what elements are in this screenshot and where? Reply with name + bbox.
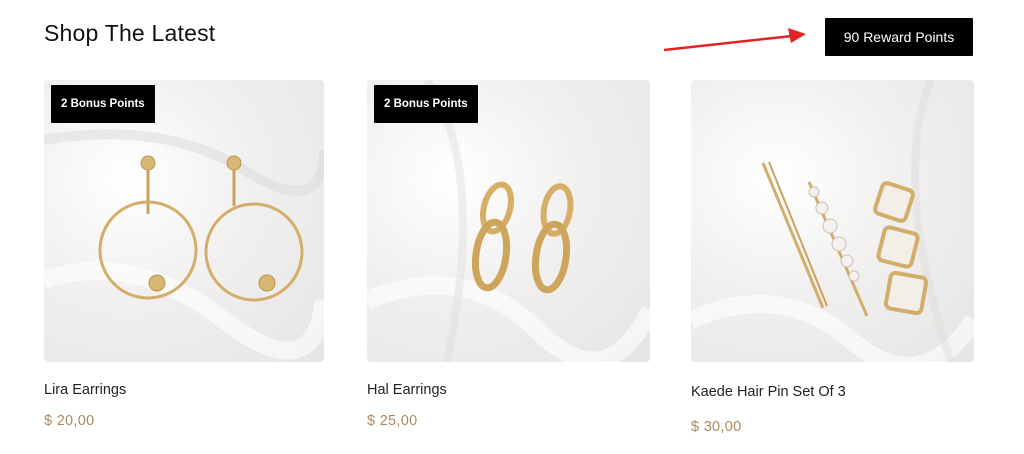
product-price: $ 20,00	[44, 413, 95, 429]
product-image[interactable]: 2 Bonus Points	[367, 80, 650, 362]
product-name[interactable]: Hal Earrings	[367, 382, 447, 398]
product-card-hal[interactable]: 2 Bonus Points	[367, 80, 650, 362]
product-image[interactable]: 2 Bonus Points	[44, 80, 324, 362]
reward-points-badge[interactable]: 90 Reward Points	[825, 18, 973, 56]
product-name[interactable]: Lira Earrings	[44, 382, 126, 398]
product-card-kaede[interactable]	[691, 80, 974, 362]
product-price: $ 25,00	[367, 413, 418, 429]
product-name[interactable]: Kaede Hair Pin Set Of 3	[691, 384, 846, 400]
product-price: $ 30,00	[691, 419, 742, 435]
section-title: Shop The Latest	[44, 20, 216, 46]
bonus-points-badge: 2 Bonus Points	[374, 85, 478, 123]
product-image[interactable]	[691, 80, 974, 362]
bonus-points-badge: 2 Bonus Points	[51, 85, 155, 123]
hair-pin-set-icon	[691, 80, 974, 362]
annotation-arrow-icon	[663, 28, 806, 52]
product-card-lira[interactable]: 2 Bonus Points	[44, 80, 324, 362]
